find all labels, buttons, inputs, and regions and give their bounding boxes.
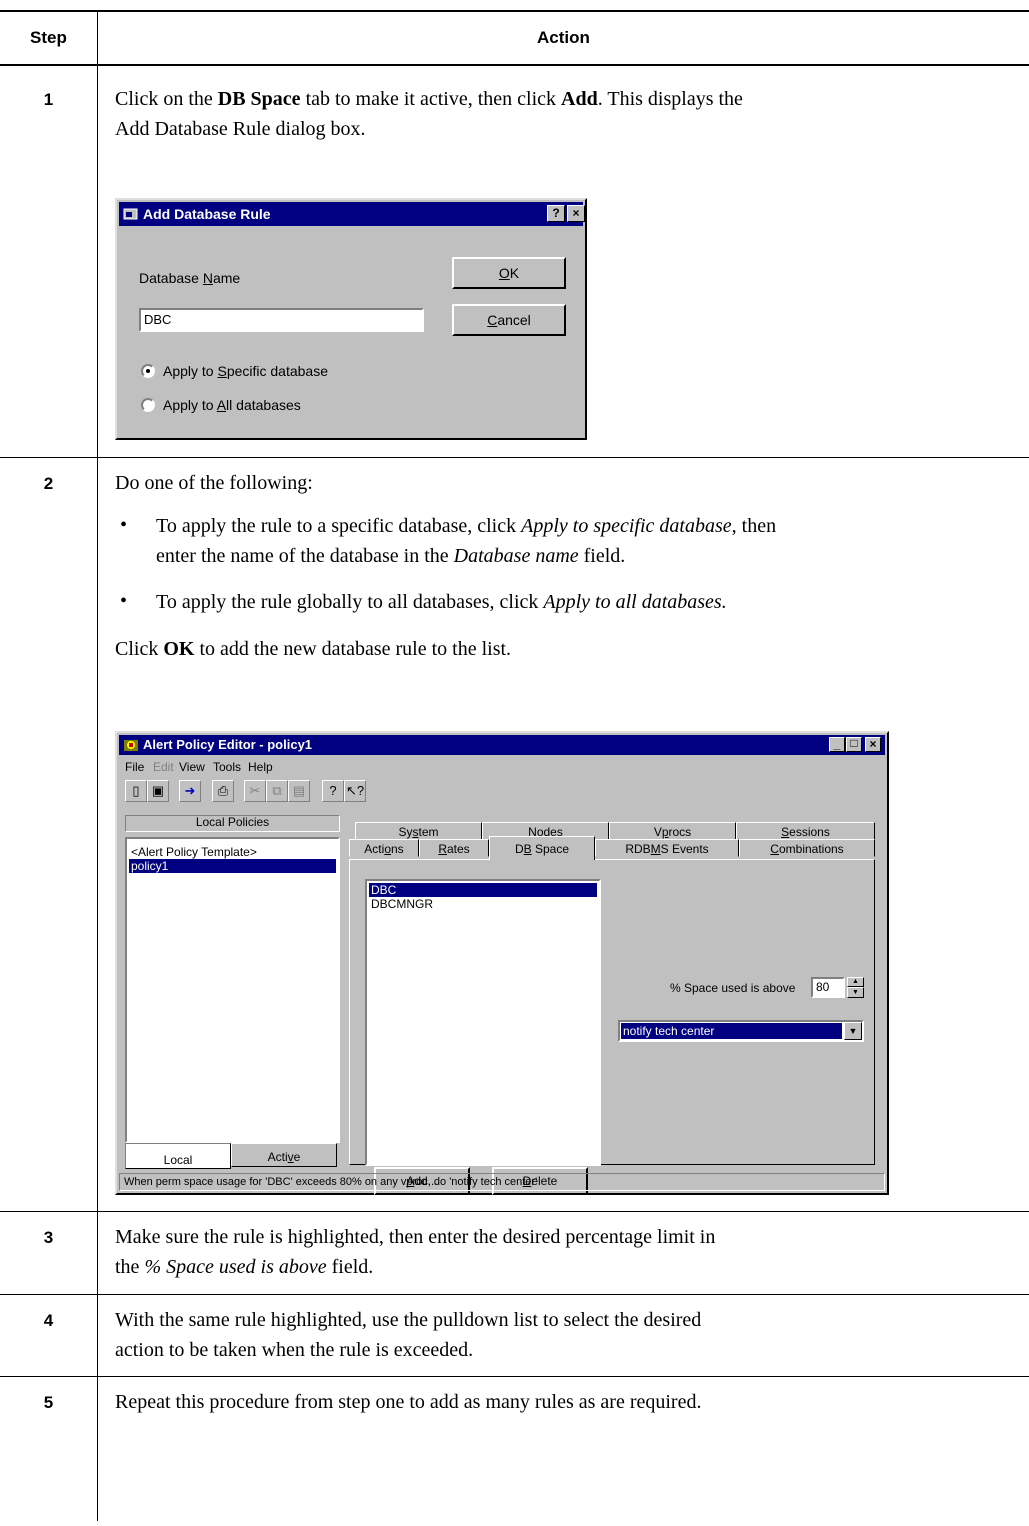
list-item[interactable]: DBCMNGR: [369, 897, 597, 911]
list-item[interactable]: DBC: [369, 883, 597, 897]
tab-rdbms-events[interactable]: RDBMS Events: [595, 839, 739, 857]
step-number-4: 4: [43, 1311, 54, 1330]
tab-local[interactable]: Local: [125, 1143, 231, 1169]
db-name-label: Database Name: [139, 270, 241, 286]
menu-tools[interactable]: Tools: [213, 760, 241, 774]
radio-all-label: Apply to All databases: [163, 397, 301, 413]
dialog-title: Add Database Rule: [143, 206, 271, 222]
step-5-text: Repeat this procedure from step one to a…: [115, 1391, 702, 1413]
step-number-1: 1: [43, 90, 54, 109]
radio-specific-label: Apply to Specific database: [163, 363, 329, 379]
space-used-field[interactable]: 80: [811, 977, 845, 998]
tab-system[interactable]: System: [355, 822, 482, 840]
maximize-icon[interactable]: □: [846, 737, 862, 752]
save-icon[interactable]: ▣: [147, 780, 169, 802]
step-2-bullet-1: To apply the rule to a specific database…: [156, 515, 777, 567]
header-action: Action: [537, 28, 590, 47]
copy-icon[interactable]: ⧉: [266, 780, 288, 802]
list-item[interactable]: <Alert Policy Template>: [129, 845, 336, 859]
tab-rates[interactable]: Rates: [419, 839, 489, 857]
close-icon[interactable]: ×: [567, 205, 585, 222]
spin-down-icon[interactable]: ▼: [847, 987, 864, 998]
space-spinner[interactable]: ▲ ▼: [847, 977, 864, 998]
local-policies-header: Local Policies: [125, 815, 340, 832]
step-3-text: Make sure the rule is highlighted, then …: [115, 1226, 716, 1278]
tab-sessions[interactable]: Sessions: [736, 822, 875, 840]
step-number-5: 5: [43, 1393, 54, 1412]
database-list[interactable]: DBC DBCMNGR: [365, 879, 601, 1166]
print-icon[interactable]: ⎙: [212, 780, 234, 802]
menu-edit[interactable]: Edit: [153, 760, 174, 774]
tab-vprocs[interactable]: Vprocs: [609, 822, 736, 840]
step-number-3: 3: [43, 1228, 54, 1247]
step-2-intro: Do one of the following:: [115, 472, 313, 494]
spin-up-icon[interactable]: ▲: [847, 977, 864, 987]
cancel-button[interactable]: Cancel: [452, 304, 566, 336]
app-icon: [124, 740, 138, 751]
header-step: Step: [30, 28, 67, 47]
policy-list[interactable]: <Alert Policy Template> policy1: [125, 837, 340, 1143]
radio-all-databases[interactable]: [141, 398, 155, 412]
cut-icon[interactable]: ✂: [244, 780, 266, 802]
tab-combinations[interactable]: Combinations: [739, 839, 875, 857]
menu-view[interactable]: View: [179, 760, 205, 774]
step-2-closing: Click OK to add the new database rule to…: [115, 638, 512, 660]
table-header: Step Action: [0, 10, 1029, 66]
chevron-down-icon[interactable]: ▼: [844, 1022, 862, 1040]
alert-policy-editor-window: Alert Policy Editor - policy1 _ □ × File…: [115, 731, 889, 1195]
dialog-app-icon: [123, 208, 138, 220]
row-divider: [0, 457, 1029, 458]
tab-active[interactable]: Active: [231, 1143, 337, 1167]
bullet-icon: •: [120, 514, 128, 536]
status-bar: When perm space usage for 'DBC' exceeds …: [119, 1173, 885, 1191]
row-divider: [0, 1211, 1029, 1212]
paste-icon[interactable]: ▤: [288, 780, 310, 802]
radio-specific-database[interactable]: [141, 364, 155, 378]
tab-db-space[interactable]: DB Space: [489, 836, 595, 860]
app-titlebar: Alert Policy Editor - policy1 _ □ ×: [119, 735, 885, 755]
help-icon[interactable]: ?: [322, 780, 344, 802]
app-title: Alert Policy Editor - policy1: [143, 737, 313, 752]
ok-button[interactable]: OK: [452, 257, 566, 289]
add-database-rule-dialog: Add Database Rule ? × Database Name DBC …: [115, 198, 587, 440]
step-2-bullet-2: To apply the rule globally to all databa…: [156, 591, 727, 613]
space-used-label: % Space used is above: [670, 981, 796, 995]
step-1-text: Click on the DB Space tab to make it act…: [115, 88, 743, 140]
action-selected-value: notify tech center: [621, 1023, 842, 1039]
step-number-2: 2: [43, 474, 54, 493]
help-icon[interactable]: ?: [547, 205, 565, 222]
list-item[interactable]: policy1: [129, 859, 336, 873]
arrow-right-icon[interactable]: ➜: [179, 780, 201, 802]
row-divider: [0, 1376, 1029, 1377]
step-4-text: With the same rule highlighted, use the …: [115, 1309, 702, 1361]
row-divider: [0, 1294, 1029, 1295]
whats-this-icon[interactable]: ↖?: [344, 780, 366, 802]
bullet-icon: •: [120, 590, 128, 612]
action-dropdown[interactable]: notify tech center ▼: [618, 1020, 864, 1042]
close-icon[interactable]: ×: [865, 737, 881, 752]
new-icon[interactable]: ▯: [125, 780, 147, 802]
tab-actions[interactable]: Actions: [349, 839, 419, 857]
db-name-field[interactable]: DBC: [139, 308, 424, 332]
dialog-titlebar: Add Database Rule ? ×: [119, 202, 585, 226]
menu-help[interactable]: Help: [248, 760, 273, 774]
menu-file[interactable]: File: [125, 760, 144, 774]
minimize-icon[interactable]: _: [829, 737, 845, 752]
